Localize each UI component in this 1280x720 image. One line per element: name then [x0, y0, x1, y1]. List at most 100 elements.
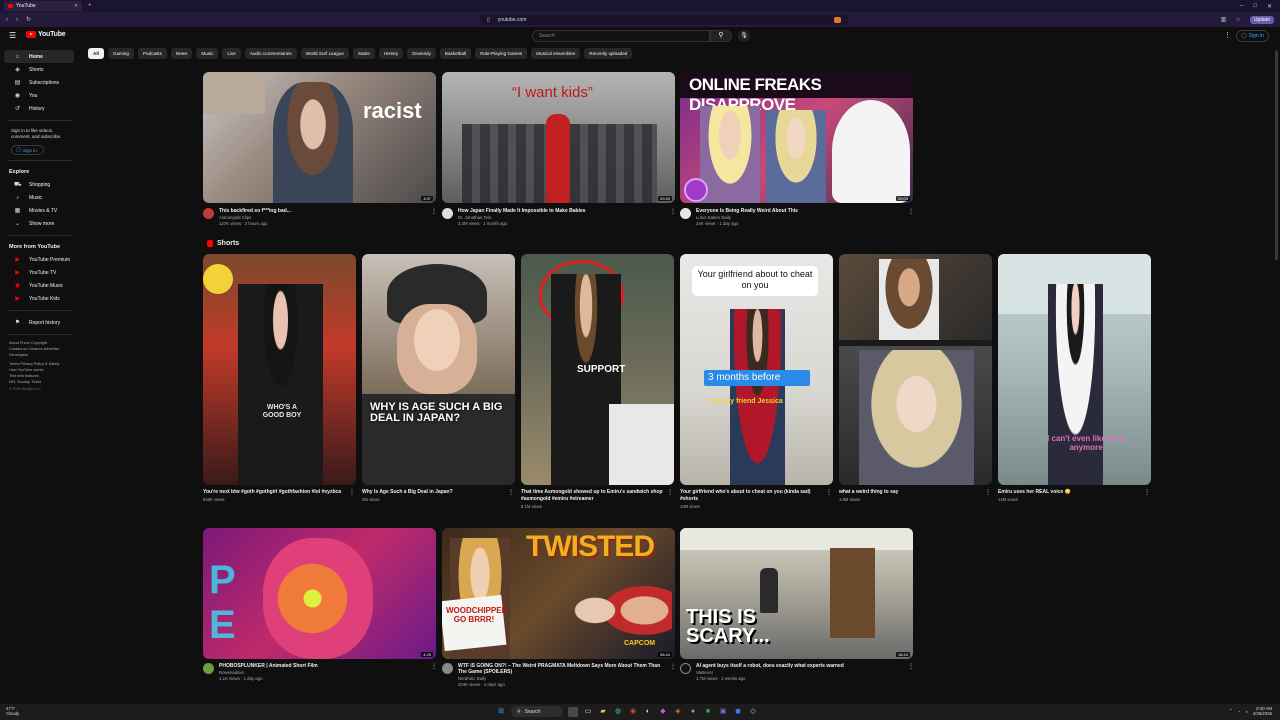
sidebar-item-youtube-premium[interactable]: ▶ YouTube Premium [4, 253, 74, 266]
voice-search-button[interactable]: 🎙 [738, 30, 750, 42]
chip-satire[interactable]: Satire [352, 48, 375, 59]
sidebar-item-history[interactable]: ↺ History [4, 102, 74, 115]
search-button[interactable]: ⚲ [710, 30, 732, 42]
channel-avatar[interactable] [203, 663, 214, 674]
reload-icon[interactable]: ↻ [26, 16, 31, 23]
short-title[interactable]: Emiru uses her REAL voice 😳 [998, 489, 1144, 496]
video-thumbnail[interactable]: “I want kids” 20:20 [442, 72, 675, 203]
short-thumbnail[interactable]: Your girlfriend about to cheat on you 3 … [680, 254, 833, 485]
chip-live[interactable]: Live [222, 48, 241, 59]
back-icon[interactable]: ‹ [6, 17, 8, 23]
more-actions-icon[interactable]: ⋮ [908, 663, 914, 670]
sidebar-sign-in-button[interactable]: ◯ Sign in [11, 145, 44, 155]
volume-icon[interactable]: ◖ [1245, 709, 1248, 714]
more-actions-icon[interactable]: ⋮ [431, 208, 437, 215]
video-thumbnail[interactable]: TWISTED WOODCHIPPER GO BRRR! CAPCOM 36:4… [442, 528, 675, 659]
short-thumbnail[interactable] [839, 254, 992, 485]
short-title[interactable]: what a weird thing to say [839, 489, 985, 496]
clock[interactable]: 8:40 AM 4/26/2026 [1253, 706, 1272, 716]
chip-dramedy[interactable]: Dramedy [407, 48, 436, 59]
short-title[interactable]: Why Is Age Such a Big Deal in Japan? [362, 489, 512, 496]
channel-avatar[interactable] [442, 663, 453, 674]
windows-start-icon[interactable]: ⊞ [496, 707, 506, 717]
chip-music[interactable]: Music [196, 48, 219, 59]
channel-avatar[interactable] [680, 208, 691, 219]
chip-news[interactable]: News [170, 48, 193, 59]
more-actions-icon[interactable]: ⋮ [908, 208, 914, 215]
sidebar-item-youtube-kids[interactable]: ▶ YouTube Kids [4, 292, 74, 305]
chip-basketball[interactable]: Basketball [439, 48, 472, 59]
channel-name[interactable]: Rowenadavs [219, 670, 244, 675]
youtube-logo[interactable]: YouTube [26, 31, 66, 38]
channel-avatar[interactable] [680, 663, 691, 674]
short-thumbnail[interactable]: WHO'S A GOOD BOY [203, 254, 356, 485]
new-tab-icon[interactable]: + [88, 3, 92, 9]
more-actions-icon[interactable]: ⋮ [349, 489, 355, 496]
sidebar-item-you[interactable]: ◉ You [4, 89, 74, 102]
chip-history[interactable]: History [378, 48, 404, 59]
file-explorer-icon[interactable]: ▰ [598, 707, 608, 717]
sidebar-item-home[interactable]: ⌂ Home [4, 50, 74, 63]
sidebar-item-shorts[interactable]: ◈ Shorts [4, 63, 74, 76]
edge-icon[interactable]: ◍ [613, 707, 623, 717]
sidebar-item-music[interactable]: ♪ Music [4, 191, 74, 204]
channel-name[interactable]: Lotus Eaters Daily [696, 215, 731, 220]
widgets-icon[interactable] [568, 706, 578, 717]
hamburger-menu-icon[interactable]: ☰ [9, 31, 16, 40]
extension-icon[interactable] [834, 16, 842, 23]
sidebar-item-movies[interactable]: ▦ Movies & TV [4, 204, 74, 217]
more-actions-icon[interactable]: ⋮ [826, 489, 832, 496]
chip-all[interactable]: All [88, 48, 104, 59]
tray-chevron-icon[interactable]: ⌃ [1229, 708, 1233, 714]
chip-role-playing-games[interactable]: Role-Playing Games [475, 48, 528, 59]
video-thumbnail[interactable]: ONLINE FREAKS DISAPPROVE 20:03 [680, 72, 913, 203]
video-title[interactable]: How Japan Finally Made It Impossible to … [458, 208, 586, 214]
sidebar-item-shopping[interactable]: ⛟ Shopping [4, 178, 74, 191]
search-input[interactable]: Search [532, 30, 710, 42]
more-actions-icon[interactable]: ⋮ [431, 663, 437, 670]
network-icon[interactable]: ◔ [1238, 709, 1241, 714]
app-icon[interactable]: ◼ [733, 707, 743, 717]
address-bar[interactable]: ▯ youtube.com [479, 14, 850, 25]
weather-widget[interactable]: 47°F Cloudy [6, 706, 19, 716]
sign-in-button[interactable]: ◯ Sign in [1236, 30, 1269, 42]
app-icon[interactable]: ◆ [658, 707, 668, 717]
browser-icon[interactable]: ◈ [673, 707, 683, 717]
steam-icon[interactable]: ◐ [643, 707, 653, 717]
channel-name[interactable]: Nerdrotic Daily [458, 676, 486, 681]
maximize-icon[interactable]: □ [1253, 3, 1257, 10]
video-title[interactable]: AI agent buys itself a robot, does exact… [696, 663, 844, 669]
close-tab-icon[interactable]: ✕ [74, 3, 78, 9]
video-title[interactable]: Everyone Is Being Really Weird About Thi… [696, 208, 798, 214]
channel-name[interactable]: Dr. Jonathan Tein [458, 215, 491, 220]
minimize-icon[interactable]: – [1240, 3, 1243, 10]
sidebar-item-subscriptions[interactable]: ▤ Subscriptions [4, 76, 74, 89]
video-title-line-2[interactable]: The Game (SPOILERS) [458, 669, 512, 675]
sidebar-item-show-more[interactable]: ⌄ Show more [4, 217, 74, 230]
sidebar-item-report-history[interactable]: ⚑ Report history [4, 316, 74, 329]
profile-icon[interactable]: ○ [1236, 17, 1240, 23]
video-thumbnail[interactable]: THIS IS SCARY... 16:24 [680, 528, 913, 659]
video-thumbnail[interactable]: racist 3:37 [203, 72, 436, 203]
channel-name[interactable]: Asmongold Clips [219, 215, 251, 220]
channel-name[interactable]: VastenAI [696, 670, 713, 675]
task-view-icon[interactable]: ▭ [583, 707, 593, 717]
short-thumbnail[interactable]: WHY IS AGE SUCH A BIG DEAL IN JAPAN? [362, 254, 515, 485]
more-actions-icon[interactable]: ⋮ [670, 663, 676, 670]
app-icon[interactable]: ◇ [748, 707, 758, 717]
chip-audio-commentaries[interactable]: Audio commentaries [244, 48, 297, 59]
browser-tab[interactable]: YouTube ✕ [4, 1, 82, 11]
settings-kebab-icon[interactable]: ⋮ [1224, 31, 1231, 39]
bookmark-icon[interactable]: ▯ [487, 17, 490, 23]
chip-world-surf-league[interactable]: World Surf League [300, 48, 349, 59]
chip-recently-uploaded[interactable]: Recently uploaded [584, 48, 633, 59]
short-thumbnail[interactable]: I can't even like do it anymore [998, 254, 1151, 485]
more-actions-icon[interactable]: ⋮ [508, 489, 514, 496]
chrome-icon[interactable]: ◉ [628, 707, 638, 717]
update-button[interactable]: Update [1249, 15, 1274, 24]
chip-podcasts[interactable]: Podcasts [137, 48, 167, 59]
page-scrollbar[interactable] [1275, 50, 1278, 260]
channel-avatar[interactable] [203, 208, 214, 219]
sidebar-item-youtube-music[interactable]: ◉ YouTube Music [4, 279, 74, 292]
short-title[interactable]: Your girlfriend who's about to cheat on … [680, 489, 826, 502]
